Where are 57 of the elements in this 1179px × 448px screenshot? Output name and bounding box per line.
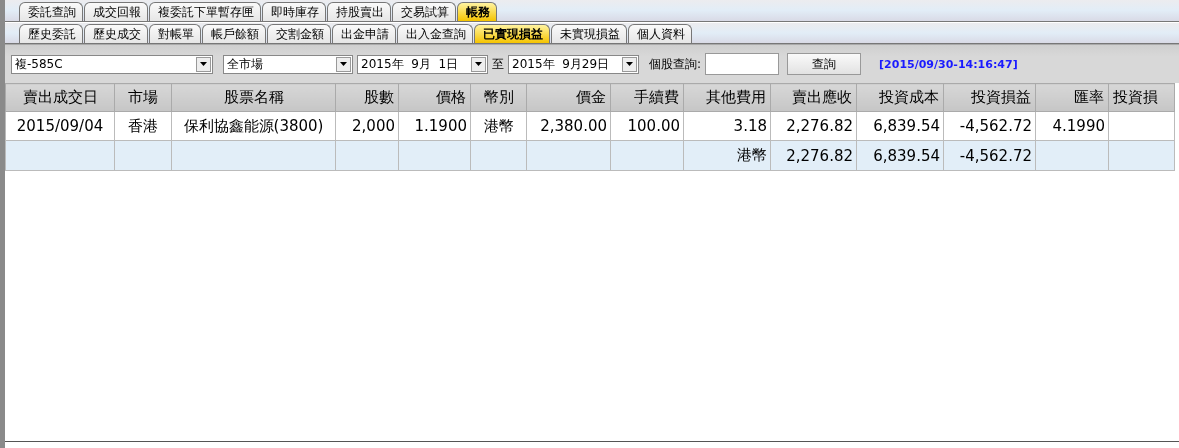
column-header[interactable]: 價金 bbox=[526, 83, 611, 112]
column-header[interactable]: 投資損益 bbox=[943, 83, 1036, 112]
column-header[interactable]: 賣出應收 bbox=[770, 83, 857, 112]
sub-tab[interactable]: 已實現損益 bbox=[474, 24, 550, 43]
column-header[interactable]: 投資損 bbox=[1108, 83, 1175, 112]
sub-tab[interactable]: 帳戶餘額 bbox=[202, 24, 266, 43]
table-cell: 2,276.82 bbox=[770, 140, 857, 171]
table-cell: 2,380.00 bbox=[526, 111, 611, 141]
table-cell: 保利協鑫能源(3800) bbox=[171, 111, 336, 141]
column-header[interactable]: 賣出成交日 bbox=[5, 83, 115, 112]
sub-tab[interactable]: 出入金查詢 bbox=[397, 24, 473, 43]
query-button[interactable]: 查詢 bbox=[787, 53, 862, 75]
main-tab[interactable]: 持股賣出 bbox=[327, 2, 391, 21]
sub-tab[interactable]: 對帳單 bbox=[149, 24, 201, 43]
table-cell: -4,562.72 bbox=[943, 140, 1036, 171]
column-header[interactable]: 幣別 bbox=[470, 83, 527, 112]
sub-tab[interactable]: 交割金額 bbox=[267, 24, 331, 43]
sub-tab[interactable]: 歷史委託 bbox=[19, 24, 83, 43]
dropdown-field[interactable]: 複-585C bbox=[11, 54, 213, 74]
main-tab[interactable]: 成交回報 bbox=[84, 2, 148, 21]
timestamp: [2015/09/30-14:16:47] bbox=[879, 57, 1018, 71]
table-cell: 6,839.54 bbox=[856, 111, 944, 141]
table-cell: 港幣 bbox=[683, 140, 771, 171]
main-tab[interactable]: 委託查詢 bbox=[19, 2, 83, 21]
sub-tab[interactable]: 出金申請 bbox=[332, 24, 396, 43]
table-cell: 2015/09/04 bbox=[5, 111, 115, 141]
column-header[interactable]: 股票名稱 bbox=[171, 83, 336, 112]
table-cell: -4,562.72 bbox=[943, 111, 1036, 141]
range-label: 至 bbox=[492, 55, 504, 73]
main-tab[interactable]: 複委託下單暫存匣 bbox=[149, 2, 261, 21]
dropdown-field[interactable]: 2015年 9月 1日 bbox=[357, 54, 488, 74]
table-cell: 2,000 bbox=[335, 111, 399, 141]
sub-tab[interactable]: 個人資料 bbox=[628, 24, 692, 43]
column-header[interactable]: 價格 bbox=[398, 83, 471, 112]
main-tab[interactable]: 帳務 bbox=[457, 2, 497, 21]
sub-tab[interactable]: 未實現損益 bbox=[551, 24, 627, 43]
table-cell: 6,839.54 bbox=[856, 140, 944, 171]
column-header[interactable]: 股數 bbox=[335, 83, 399, 112]
column-header[interactable]: 手續費 bbox=[610, 83, 684, 112]
column-header[interactable]: 其他費用 bbox=[683, 83, 771, 112]
dropdown-field[interactable]: 全市場 bbox=[223, 54, 353, 74]
table-cell: 100.00 bbox=[610, 111, 684, 141]
table-cell: 3.18 bbox=[683, 111, 771, 141]
table-cell: 1.1900 bbox=[398, 111, 471, 141]
dropdown-field[interactable]: 2015年 9月29日 bbox=[508, 54, 639, 74]
column-header[interactable]: 匯率 bbox=[1035, 83, 1109, 112]
column-header[interactable]: 市場 bbox=[114, 83, 172, 112]
table-cell: 2,276.82 bbox=[770, 111, 857, 141]
table-cell: 港幣 bbox=[470, 111, 527, 141]
stock-query-field[interactable] bbox=[705, 53, 780, 75]
main-tab[interactable]: 交易試算 bbox=[392, 2, 456, 21]
column-header[interactable]: 投資成本 bbox=[856, 83, 944, 112]
table-cell: 香港 bbox=[114, 111, 172, 141]
stock-query-label: 個股查詢: bbox=[649, 55, 702, 73]
table-cell: 4.1990 bbox=[1035, 111, 1109, 141]
sub-tab[interactable]: 歷史成交 bbox=[84, 24, 148, 43]
main-tab[interactable]: 即時庫存 bbox=[262, 2, 326, 21]
